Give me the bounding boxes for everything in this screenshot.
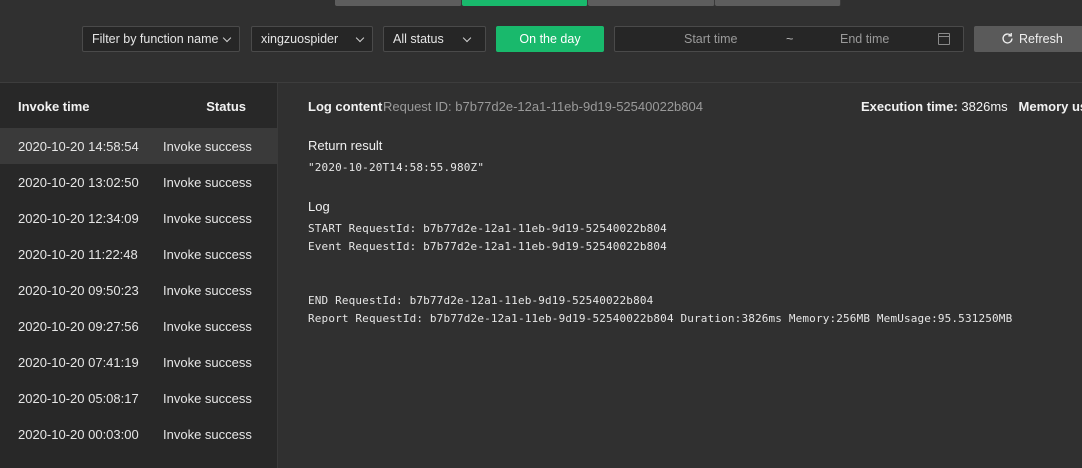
- invoke-time: 2020-10-20 07:41:19: [18, 355, 139, 370]
- memory-usage-label: Memory usa: [1018, 99, 1082, 114]
- list-header: Invoke time Status: [0, 83, 277, 128]
- log-line: END RequestId: b7b77d2e-12a1-11eb-9d19-5…: [308, 294, 654, 307]
- execution-info: Execution time: 3826ms Memory usa: [861, 99, 1082, 114]
- column-header-invoke-time: Invoke time: [18, 99, 90, 114]
- refresh-label: Refresh: [1019, 32, 1063, 46]
- status-select[interactable]: All status: [383, 26, 486, 52]
- status-select-value: All status: [393, 32, 444, 46]
- invoke-status: Invoke success: [163, 283, 252, 298]
- invoke-time: 2020-10-20 00:03:00: [18, 427, 139, 442]
- invoke-time: 2020-10-20 13:02:50: [18, 175, 139, 190]
- function-select-value: xingzuospider: [261, 32, 339, 46]
- list-item[interactable]: 2020-10-20 00:03:00 Invoke success: [0, 416, 277, 452]
- tab-2[interactable]: [461, 0, 588, 6]
- tab-1[interactable]: [335, 0, 462, 6]
- list-item[interactable]: 2020-10-20 13:02:50 Invoke success: [0, 164, 277, 200]
- list-item[interactable]: 2020-10-20 11:22:48 Invoke success: [0, 236, 277, 272]
- invoke-status: Invoke success: [163, 175, 252, 190]
- tab-strip: [335, 0, 841, 6]
- end-time-input[interactable]: End time: [840, 27, 889, 51]
- refresh-button[interactable]: Refresh: [974, 26, 1082, 52]
- tab-4[interactable]: [714, 0, 841, 6]
- refresh-icon: [1002, 32, 1013, 44]
- request-id: Request ID: b7b77d2e-12a1-11eb-9d19-5254…: [383, 99, 703, 114]
- return-result-value: "2020-10-20T14:58:55.980Z": [308, 161, 485, 174]
- list-item[interactable]: 2020-10-20 07:41:19 Invoke success: [0, 344, 277, 380]
- invocation-list: Invoke time Status 2020-10-20 14:58:54 I…: [0, 83, 278, 468]
- execution-time-value: 3826ms: [961, 99, 1008, 114]
- invoke-status: Invoke success: [163, 247, 252, 262]
- tab-3[interactable]: [588, 0, 715, 6]
- invoke-status: Invoke success: [163, 355, 252, 370]
- on-the-day-button[interactable]: On the day: [496, 26, 604, 52]
- filter-toolbar: Filter by function name xingzuospider Al…: [0, 26, 1082, 52]
- invoke-time: 2020-10-20 09:50:23: [18, 283, 139, 298]
- function-filter-label: Filter by function name: [92, 32, 219, 46]
- invoke-status: Invoke success: [163, 427, 252, 442]
- function-select[interactable]: xingzuospider: [251, 26, 373, 52]
- invoke-status: Invoke success: [163, 139, 252, 154]
- range-separator: ~: [786, 32, 794, 46]
- log-section-title: Log: [308, 199, 330, 214]
- log-panel: Log content Request ID: b7b77d2e-12a1-11…: [279, 83, 1082, 468]
- date-range-picker[interactable]: Start time ~ End time: [614, 26, 964, 52]
- chevron-down-icon: [462, 33, 472, 43]
- invoke-status: Invoke success: [163, 319, 252, 334]
- invoke-time: 2020-10-20 14:58:54: [18, 139, 139, 154]
- chevron-down-icon: [355, 33, 365, 43]
- list-item[interactable]: 2020-10-20 05:08:17 Invoke success: [0, 380, 277, 416]
- execution-time-label: Execution time:: [861, 99, 958, 114]
- log-line: Event RequestId: b7b77d2e-12a1-11eb-9d19…: [308, 240, 667, 253]
- list-item[interactable]: 2020-10-20 09:50:23 Invoke success: [0, 272, 277, 308]
- list-item[interactable]: 2020-10-20 14:58:54 Invoke success: [0, 128, 277, 164]
- return-result-title: Return result: [308, 138, 383, 153]
- chevron-down-icon: [222, 33, 232, 43]
- column-header-status: Status: [206, 99, 246, 114]
- invoke-time: 2020-10-20 11:22:48: [18, 247, 138, 262]
- invoke-status: Invoke success: [163, 211, 252, 226]
- function-filter-dropdown[interactable]: Filter by function name: [82, 26, 240, 52]
- calendar-icon[interactable]: [938, 33, 950, 45]
- start-time-input[interactable]: Start time: [684, 27, 738, 51]
- log-line: START RequestId: b7b77d2e-12a1-11eb-9d19…: [308, 222, 667, 235]
- invoke-time: 2020-10-20 12:34:09: [18, 211, 139, 226]
- invoke-time: 2020-10-20 09:27:56: [18, 319, 139, 334]
- list-item[interactable]: 2020-10-20 09:27:56 Invoke success: [0, 308, 277, 344]
- invoke-time: 2020-10-20 05:08:17: [18, 391, 139, 406]
- log-line: Report RequestId: b7b77d2e-12a1-11eb-9d1…: [308, 312, 1013, 325]
- invoke-status: Invoke success: [163, 391, 252, 406]
- log-content-title: Log content: [308, 99, 383, 114]
- list-item[interactable]: 2020-10-20 12:34:09 Invoke success: [0, 200, 277, 236]
